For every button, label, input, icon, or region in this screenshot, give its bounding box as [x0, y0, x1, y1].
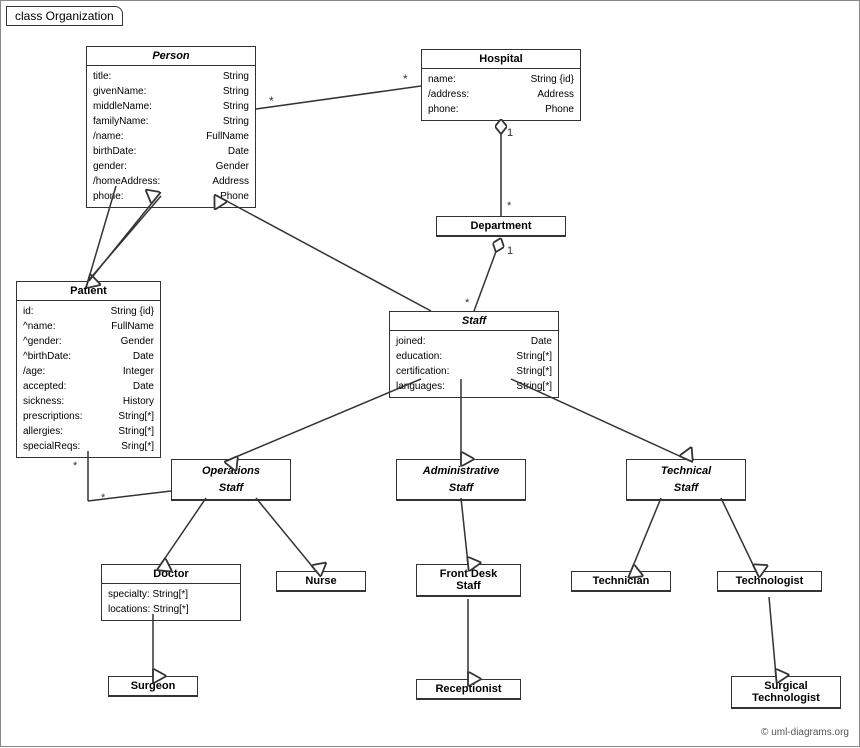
staff-class: Staff joined:Date education:String[*] ce… — [389, 311, 559, 398]
svg-text:*: * — [507, 200, 512, 212]
staff-header: Staff — [390, 312, 558, 331]
svg-text:*: * — [101, 492, 106, 504]
surgeon-class: Surgeon — [108, 676, 198, 697]
svg-text:1: 1 — [507, 127, 513, 139]
department-header: Department — [437, 217, 565, 236]
operations-staff-header: OperationsStaff — [172, 460, 290, 500]
technologist-header: Technologist — [718, 572, 821, 591]
hospital-header: Hospital — [422, 50, 580, 69]
surgical-technologist-header: SurgicalTechnologist — [732, 677, 840, 708]
svg-text:*: * — [269, 94, 274, 108]
administrative-staff-header: AdministrativeStaff — [397, 460, 525, 500]
person-header: Person — [87, 47, 255, 66]
person-body: title:String givenName:String middleName… — [87, 66, 255, 207]
technician-class: Technician — [571, 571, 671, 592]
front-desk-staff-class: Front DeskStaff — [416, 564, 521, 597]
patient-header: Patient — [17, 282, 160, 301]
diagram-title: class Organization — [6, 6, 123, 26]
copyright-text: © uml-diagrams.org — [761, 727, 849, 738]
nurse-class: Nurse — [276, 571, 366, 592]
technologist-class: Technologist — [717, 571, 822, 592]
receptionist-header: Receptionist — [417, 680, 520, 699]
receptionist-class: Receptionist — [416, 679, 521, 700]
doctor-body: specialty: String[*] locations: String[*… — [102, 584, 240, 620]
svg-text:*: * — [403, 72, 408, 86]
surgical-technologist-class: SurgicalTechnologist — [731, 676, 841, 709]
svg-text:*: * — [73, 460, 78, 472]
patient-class: Patient id:String {id} ^name:FullName ^g… — [16, 281, 161, 458]
technical-staff-header: TechnicalStaff — [627, 460, 745, 500]
department-class: Department — [436, 216, 566, 237]
front-desk-staff-header: Front DeskStaff — [417, 565, 520, 596]
surgeon-header: Surgeon — [109, 677, 197, 696]
doctor-class: Doctor specialty: String[*] locations: S… — [101, 564, 241, 621]
hospital-body: name:String {id} /address:Address phone:… — [422, 69, 580, 120]
nurse-header: Nurse — [277, 572, 365, 591]
doctor-header: Doctor — [102, 565, 240, 584]
diagram-container: class Organization Person title:String g… — [0, 0, 860, 747]
svg-text:1: 1 — [507, 245, 513, 257]
staff-body: joined:Date education:String[*] certific… — [390, 331, 558, 397]
technician-header: Technician — [572, 572, 670, 591]
technical-staff-class: TechnicalStaff — [626, 459, 746, 501]
operations-staff-class: OperationsStaff — [171, 459, 291, 501]
hospital-class: Hospital name:String {id} /address:Addre… — [421, 49, 581, 121]
svg-text:*: * — [465, 297, 470, 309]
patient-body: id:String {id} ^name:FullName ^gender:Ge… — [17, 301, 160, 457]
administrative-staff-class: AdministrativeStaff — [396, 459, 526, 501]
person-class: Person title:String givenName:String mid… — [86, 46, 256, 208]
